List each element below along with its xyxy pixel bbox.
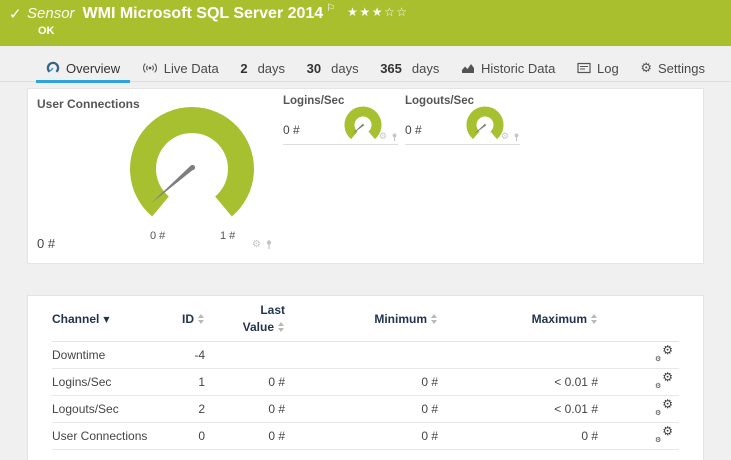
channel-minimum: 0 #: [421, 429, 438, 443]
tab-settings[interactable]: ⚙ Settings: [630, 55, 715, 82]
tab-overview[interactable]: Overview: [36, 55, 131, 83]
tab-bar: Overview Live Data 2 days 30 days 365 da…: [0, 55, 731, 83]
pin-primary-channel-icon[interactable]: [265, 240, 273, 250]
channel-last-value: 0 #: [268, 402, 285, 416]
column-header-maximum[interactable]: Maximum: [438, 312, 598, 326]
channel-link[interactable]: Logins/Sec: [52, 375, 162, 389]
channel-last-value: 0 #: [268, 429, 285, 443]
tab-log-label: Log: [597, 60, 619, 76]
tab-2-days-number: 2: [240, 60, 248, 76]
log-icon: [577, 62, 591, 74]
chart-icon: [461, 62, 475, 74]
channel-id: 2: [198, 402, 205, 416]
user-connections-gauge: [130, 106, 254, 217]
sort-toggle-icon: [198, 313, 205, 324]
channel-minimum: 0 #: [421, 375, 438, 389]
column-header-last-value[interactable]: Last Value: [205, 302, 285, 334]
table-row: User Connections 0 0 # 0 # 0 # ⚙ ⚙: [52, 423, 679, 450]
channel-maximum: < 0.01 #: [554, 402, 598, 416]
live-data-icon: [142, 62, 158, 74]
sort-toggle-icon: [591, 313, 598, 324]
tab-365-days-label: days: [411, 60, 440, 76]
tab-365-days-number: 365: [380, 60, 402, 76]
channel-settings-gears-icon[interactable]: ⚙ ⚙: [655, 398, 673, 417]
tab-30-days-label: days: [331, 60, 359, 76]
tab-30-days[interactable]: 30 days: [297, 55, 369, 82]
gauge-icon: [46, 61, 60, 75]
priority-flag-icon[interactable]: ⚐: [326, 3, 335, 14]
table-row: Downtime -4 ⚙ ⚙: [52, 342, 679, 369]
channel-settings-gears-icon[interactable]: ⚙ ⚙: [655, 371, 673, 390]
pin-primary-channel-icon[interactable]: [391, 133, 398, 142]
sensor-kind-label: Sensor: [27, 5, 75, 22]
table-row: Logouts/Sec 2 0 # 0 # < 0.01 # ⚙ ⚙: [52, 396, 679, 423]
sort-desc-icon: ▼: [103, 314, 110, 324]
logins-gauge-title: Logins/Sec: [283, 95, 345, 107]
channel-settings-gear-icon[interactable]: ⚙: [501, 133, 509, 142]
ok-check-icon: ✓: [9, 5, 22, 23]
tab-365-days[interactable]: 365 days: [370, 55, 449, 82]
channel-minimum: 0 #: [421, 402, 438, 416]
pin-primary-channel-icon[interactable]: [513, 133, 520, 142]
sensor-status-bar: ✓ Sensor WMI Microsoft SQL Server 2014 ⚐ ★★…: [0, 0, 731, 46]
channel-maximum: 0 #: [581, 429, 598, 443]
primary-gauge-value: 0 #: [37, 236, 56, 251]
tab-live-data[interactable]: Live Data: [132, 55, 229, 82]
priority-stars[interactable]: ★★★☆☆: [347, 5, 408, 19]
tab-30-days-number: 30: [306, 60, 322, 76]
column-header-minimum[interactable]: Minimum: [285, 312, 438, 326]
gauge-scale-max: 1 #: [220, 230, 236, 242]
status-badge: OK: [38, 25, 55, 37]
channel-settings-gears-icon[interactable]: ⚙ ⚙: [655, 425, 673, 444]
column-header-channel[interactable]: Channel ▼: [52, 312, 162, 326]
settings-gear-icon: ⚙: [640, 60, 652, 76]
channel-settings-gear-icon[interactable]: ⚙: [379, 133, 387, 142]
tab-2-days[interactable]: 2 days: [230, 55, 295, 82]
logouts-gauge-block: Logouts/Sec 0 # ⚙: [405, 95, 520, 145]
channel-id: -4: [194, 348, 205, 362]
logins-gauge-block: Logins/Sec 0 # ⚙: [283, 95, 398, 145]
channel-settings-gear-icon[interactable]: ⚙: [252, 240, 261, 250]
channel-maximum: < 0.01 #: [554, 375, 598, 389]
table-header-row: Channel ▼ ID Last Value Minimum Maximum: [52, 296, 679, 342]
channel-link[interactable]: Downtime: [52, 348, 162, 362]
channel-settings-gears-icon[interactable]: ⚙ ⚙: [655, 344, 673, 363]
channel-id: 0: [198, 429, 205, 443]
tab-log[interactable]: Log: [567, 55, 629, 82]
column-header-id[interactable]: ID: [162, 312, 205, 326]
page-title: WMI Microsoft SQL Server 2014: [82, 5, 324, 22]
sort-toggle-icon: [431, 313, 438, 324]
tab-historic-data[interactable]: Historic Data: [451, 55, 565, 82]
channel-id: 1: [198, 375, 205, 389]
tab-live-data-label: Live Data: [163, 60, 219, 76]
channels-table-panel: Channel ▼ ID Last Value Minimum Maximum D…: [27, 295, 704, 460]
gauges-panel: User Connections 0 # 1 # 0 # ⚙ Logins/Se…: [27, 88, 704, 264]
sort-toggle-icon: [278, 321, 285, 332]
tab-settings-label: Settings: [657, 60, 705, 76]
logouts-gauge-value: 0 #: [405, 123, 422, 137]
channel-link[interactable]: User Connections: [52, 429, 162, 443]
channel-link[interactable]: Logouts/Sec: [52, 402, 162, 416]
tab-2-days-label: days: [257, 60, 286, 76]
table-row: Logins/Sec 1 0 # 0 # < 0.01 # ⚙ ⚙: [52, 369, 679, 396]
channel-last-value: 0 #: [268, 375, 285, 389]
tab-historic-data-label: Historic Data: [480, 60, 556, 76]
logins-gauge-value: 0 #: [283, 123, 300, 137]
tab-overview-label: Overview: [66, 60, 121, 76]
gauge-scale-min: 0 #: [150, 230, 166, 242]
